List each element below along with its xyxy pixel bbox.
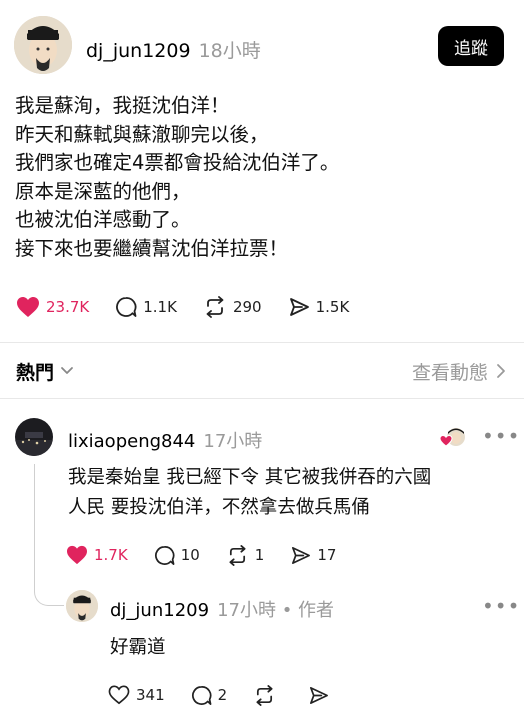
divider [0, 342, 524, 343]
share-button[interactable]: 17 [290, 545, 336, 566]
author-avatar[interactable] [14, 16, 72, 74]
comment-count: 1.1K [143, 298, 177, 316]
post-line: 我是蘇洵，我挺沈伯洋！ [15, 94, 230, 117]
repost-count: 1 [254, 546, 265, 564]
divider [0, 398, 524, 399]
post-actions: 23.7K 1.1K 290 1.5K [16, 294, 375, 320]
like-count: 23.7K [46, 298, 90, 316]
view-activity-label: 查看動態 [411, 361, 488, 384]
comment-count: 2 [217, 686, 228, 704]
comment-icon [154, 545, 175, 565]
heart-filled-icon [67, 545, 87, 565]
comment-icon [116, 297, 137, 317]
comment-icon [191, 685, 212, 705]
reply-line: 人民 要投沈伯洋，不然拿去做兵馬俑 [68, 497, 370, 518]
reply-avatar[interactable] [66, 590, 98, 622]
chevron-down-icon [61, 367, 73, 374]
sort-dropdown[interactable]: 熱門 [16, 358, 75, 385]
comment-button[interactable]: 2 [191, 685, 228, 706]
view-activity-link[interactable]: 查看動態 [412, 358, 508, 385]
post-line: 昨天和蘇軾與蘇澈聊完以後， [15, 122, 269, 146]
post-text: 我是蘇洵，我挺沈伯洋！ 昨天和蘇軾與蘇澈聊完以後， 我們家也確定4票都會投給沈伯… [15, 92, 515, 263]
share-count: 1.5K [315, 298, 350, 316]
repost-button[interactable]: 1 [226, 544, 265, 566]
reply-time: 17小時 [203, 431, 263, 452]
repost-button[interactable] [253, 684, 282, 706]
post-time: 18小時 [198, 40, 261, 62]
post-line: 原本是深藍的他們， [15, 179, 191, 203]
sort-label: 熱門 [16, 361, 55, 384]
heart-outline-icon [108, 685, 130, 705]
reply-username[interactable]: dj_jun1209 [110, 600, 209, 621]
send-icon [289, 298, 309, 316]
reply-actions: 341 2 [108, 682, 361, 708]
post-header: dj_jun1209 18小時 [86, 36, 261, 63]
repost-icon [256, 684, 273, 706]
send-icon [310, 686, 329, 704]
heart-filled-icon [17, 297, 39, 317]
comment-count: 10 [180, 546, 200, 564]
more-options-icon[interactable]: ••• [482, 594, 520, 618]
reply-line: 好霸道 [110, 637, 166, 658]
post-username[interactable]: dj_jun1209 [86, 40, 191, 62]
author-tag: 作者 [298, 600, 335, 621]
more-options-icon[interactable]: ••• [482, 424, 520, 448]
like-count: 341 [136, 686, 165, 704]
reply-header: dj_jun1209 17小時 • 作者 [110, 600, 335, 621]
like-button[interactable]: 341 [108, 685, 165, 705]
sort-bar: 熱門 查看動態 [16, 356, 508, 386]
reply-text: 好霸道 [110, 633, 166, 663]
comment-button[interactable]: 1.1K [115, 296, 177, 318]
share-button[interactable] [308, 685, 335, 706]
share-button[interactable]: 1.5K [288, 296, 350, 318]
chevron-right-icon [497, 364, 505, 378]
comment-button[interactable]: 10 [154, 545, 200, 566]
post-line: 接下來也要繼續幫沈伯洋拉票！ [15, 236, 289, 260]
reply-time: 17小時 [217, 600, 276, 621]
reply-avatar[interactable] [15, 418, 53, 456]
reply-text: 我是秦始皇 我已經下令 其它被我併吞的六國 人民 要投沈伯洋，不然拿去做兵馬俑 [68, 463, 431, 523]
send-icon [292, 546, 311, 564]
thread-connector [34, 464, 64, 606]
like-button[interactable]: 23.7K [16, 296, 89, 318]
post-line: 也被沈伯洋感動了。 [15, 208, 191, 231]
reply-username[interactable]: lixiaopeng844 [68, 431, 195, 452]
share-count: 17 [317, 546, 337, 564]
post-line: 我們家也確定4票都會投給沈伯洋了。 [15, 151, 340, 174]
repost-icon [206, 296, 224, 318]
reply-line: 我是秦始皇 我已經下令 其它被我併吞的六國 [68, 467, 432, 488]
like-button[interactable]: 1.7K [66, 545, 128, 565]
repost-count: 290 [232, 298, 262, 316]
like-count: 1.7K [94, 546, 128, 564]
liked-by-author-icon [439, 428, 465, 447]
reply-header: lixiaopeng844 17小時 [68, 427, 262, 453]
reply-actions: 1.7K 10 1 17 [66, 542, 362, 568]
follow-button[interactable]: 追蹤 [438, 26, 504, 66]
repost-icon [229, 544, 246, 566]
liked-by-author-badge [439, 425, 467, 449]
repost-button[interactable]: 290 [203, 296, 262, 318]
